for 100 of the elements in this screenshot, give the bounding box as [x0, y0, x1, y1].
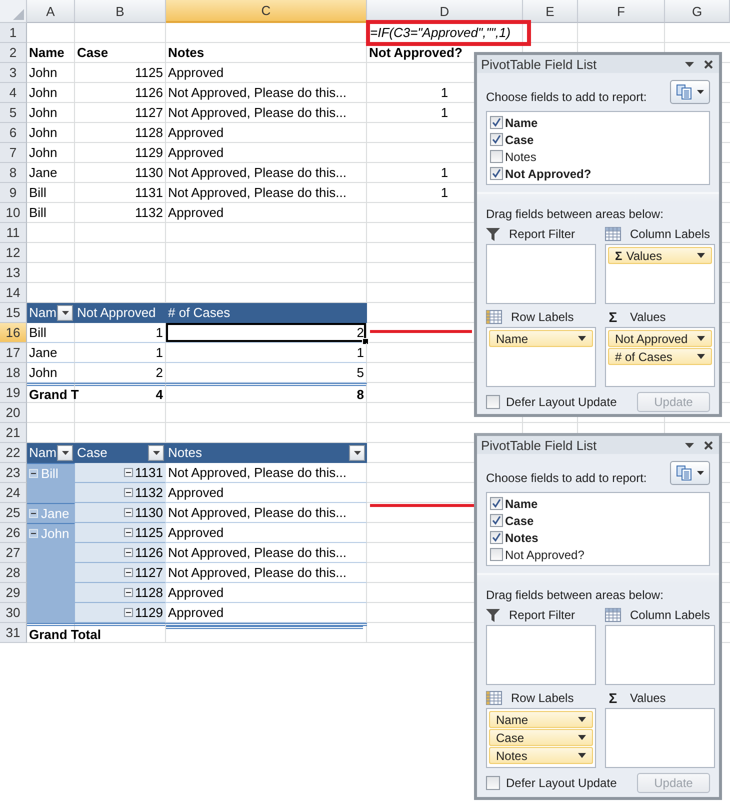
collapse-icon[interactable] [124, 548, 134, 557]
caret-icon [152, 450, 160, 454]
checkbox[interactable] [490, 167, 503, 180]
table-cell: Name [27, 43, 75, 63]
panel-options-button[interactable] [683, 62, 696, 66]
close-button[interactable] [702, 440, 715, 450]
header-text: # of Cases [168, 305, 230, 320]
filter-dropdown-button[interactable] [148, 444, 164, 460]
column-header[interactable]: E [523, 0, 578, 23]
table-cell: 1 [75, 343, 166, 363]
layout-button[interactable] [670, 461, 710, 485]
row-header[interactable]: 8 [0, 163, 27, 183]
column-header[interactable]: B [75, 0, 166, 23]
row-header[interactable]: 13 [0, 263, 27, 283]
checkbox[interactable] [490, 497, 503, 510]
field-chip[interactable]: Case [489, 729, 593, 746]
filter-dropdown-button[interactable] [349, 444, 365, 460]
collapse-icon[interactable] [124, 468, 134, 477]
row-header[interactable]: 10 [0, 203, 27, 223]
row-header[interactable]: 19 [0, 383, 27, 403]
row-header[interactable]: 28 [0, 563, 27, 583]
row-header[interactable]: 24 [0, 483, 27, 503]
table-cell: John [27, 363, 75, 383]
row-header[interactable]: 31 [0, 623, 27, 643]
row-header[interactable]: 12 [0, 243, 27, 263]
table-cell: 1126 [75, 83, 166, 103]
field-label[interactable]: Case [505, 132, 534, 146]
row-header[interactable]: 11 [0, 223, 27, 243]
row-header[interactable]: 18 [0, 363, 27, 383]
table-cell: Not Approved, Please do this... [166, 543, 367, 563]
row-header[interactable]: 27 [0, 543, 27, 563]
collapse-icon[interactable] [124, 488, 134, 497]
row-header[interactable]: 1 [0, 23, 27, 43]
checkbox-label[interactable]: Defer Layout Update [506, 776, 617, 790]
column-header[interactable]: F [578, 0, 665, 23]
row-header[interactable]: 16 [0, 323, 27, 343]
field-chip[interactable]: Σ Values [608, 247, 712, 264]
field-label[interactable]: Notes [505, 150, 536, 164]
column-header[interactable]: G [665, 0, 730, 23]
row-header[interactable]: 6 [0, 123, 27, 143]
sigma-icon: Σ [605, 690, 621, 706]
panel-options-button[interactable] [683, 442, 696, 448]
table-cell: 1132 [75, 203, 166, 223]
row-header[interactable]: 14 [0, 283, 27, 303]
drop-area[interactable]: Not Approved # of Cases [605, 327, 715, 387]
field-chip[interactable]: Name [489, 330, 593, 347]
row-header[interactable]: 30 [0, 603, 27, 623]
checkbox[interactable] [490, 116, 503, 129]
checkbox[interactable] [490, 133, 503, 146]
field-label[interactable]: Case [505, 514, 534, 528]
checkbox[interactable] [490, 548, 503, 561]
field-label[interactable]: Notes [505, 530, 538, 544]
row-header[interactable]: 21 [0, 423, 27, 443]
row-header[interactable]: 15 [0, 303, 27, 323]
checkbox-label[interactable]: Defer Layout Update [506, 395, 617, 409]
area-label: Column Labels [630, 608, 710, 622]
row-header[interactable]: 5 [0, 103, 27, 123]
drop-area[interactable]: Name [486, 327, 596, 387]
filter-dropdown-button[interactable] [57, 304, 73, 320]
checkbox[interactable] [486, 776, 500, 790]
area-label: Row Labels [511, 691, 574, 705]
column-header[interactable]: A [27, 0, 75, 23]
field-chip[interactable]: Notes [489, 747, 593, 764]
row-header[interactable]: 2 [0, 43, 27, 63]
row-header[interactable]: 7 [0, 143, 27, 163]
collapse-icon[interactable] [124, 528, 134, 537]
row-header[interactable]: 20 [0, 403, 27, 423]
row-header[interactable]: 26 [0, 523, 27, 543]
checkbox[interactable] [486, 395, 500, 409]
row-header[interactable]: 4 [0, 83, 27, 103]
row-header[interactable]: 23 [0, 463, 27, 483]
layout-button[interactable] [670, 80, 710, 104]
checkbox[interactable] [490, 514, 503, 527]
caret-icon [697, 471, 704, 475]
field-chip[interactable]: Name [489, 711, 593, 728]
collapse-icon[interactable] [124, 588, 134, 597]
row-header[interactable]: 29 [0, 583, 27, 603]
drop-area[interactable]: Name Case Notes [486, 708, 596, 768]
header-text: Not Approved [77, 305, 156, 320]
cell-text: Jane [41, 506, 70, 521]
filter-icon [486, 608, 500, 622]
field-label[interactable]: Not Approved? [505, 548, 584, 562]
row-header[interactable]: 25 [0, 503, 27, 523]
row-header[interactable]: 22 [0, 443, 27, 463]
row-header[interactable]: 3 [0, 63, 27, 83]
row-header[interactable]: 17 [0, 343, 27, 363]
filter-dropdown-button[interactable] [57, 444, 73, 460]
collapse-icon[interactable] [124, 568, 134, 577]
field-chip[interactable]: Not Approved [608, 330, 712, 347]
row-header[interactable]: 9 [0, 183, 27, 203]
column-header[interactable]: C [166, 0, 367, 23]
close-button[interactable] [702, 60, 715, 68]
drop-area[interactable]: Σ Values [605, 244, 715, 304]
collapse-icon[interactable] [124, 608, 134, 617]
collapse-icon[interactable] [124, 508, 134, 517]
checkbox[interactable] [490, 531, 503, 544]
field-label[interactable]: Name [505, 496, 538, 510]
field-chip[interactable]: # of Cases [608, 348, 712, 365]
checkbox[interactable] [490, 150, 503, 163]
table-cell: 1128 [75, 123, 166, 143]
